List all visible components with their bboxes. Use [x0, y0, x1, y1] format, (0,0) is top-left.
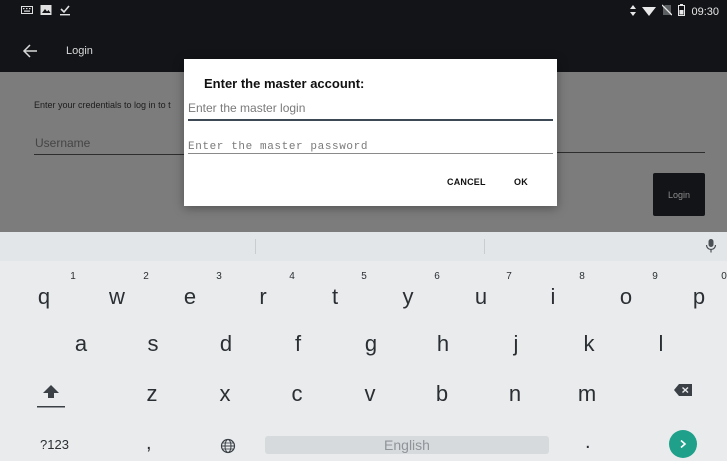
key-e[interactable]: e	[172, 284, 208, 310]
master-login-field[interactable]	[188, 99, 553, 121]
key-a[interactable]: a	[63, 331, 99, 357]
wifi-icon	[642, 5, 657, 19]
master-password-field[interactable]	[188, 136, 553, 155]
key-hint-5: 5	[361, 271, 367, 282]
key-f[interactable]: f	[280, 331, 316, 357]
master-login-input[interactable]	[188, 99, 553, 117]
comma-key[interactable]: ,	[146, 432, 152, 455]
key-hint-3: 3	[216, 271, 222, 282]
username-label: Username	[35, 136, 91, 150]
back-arrow-icon[interactable]	[22, 42, 38, 63]
suggestion-strip	[0, 232, 727, 261]
dialog-title: Enter the master account:	[204, 76, 365, 91]
key-hint-7: 7	[506, 271, 512, 282]
clock: 09:30	[691, 5, 719, 18]
suggestion-divider	[484, 239, 485, 254]
device-screen: 09:30 Login Enter your credentials to lo…	[0, 0, 727, 461]
mic-icon[interactable]	[705, 238, 717, 254]
notification-icons	[21, 3, 71, 16]
key-g[interactable]: g	[353, 331, 389, 357]
key-i[interactable]: i	[535, 284, 571, 310]
key-p[interactable]: p	[681, 284, 717, 310]
key-c[interactable]: c	[279, 381, 315, 407]
key-hint-9: 9	[652, 271, 658, 282]
ok-button[interactable]: OK	[514, 177, 528, 187]
key-hint-4: 4	[289, 271, 295, 282]
key-t[interactable]: t	[317, 284, 353, 310]
symbols-key[interactable]: ?123	[40, 437, 69, 452]
image-icon	[40, 3, 52, 15]
backspace-icon[interactable]	[673, 382, 693, 398]
system-status: 09:30	[630, 4, 719, 19]
cancel-button[interactable]: CANCEL	[447, 177, 486, 187]
key-hint-2: 2	[143, 271, 149, 282]
key-o[interactable]: o	[608, 284, 644, 310]
key-hint-6: 6	[434, 271, 440, 282]
no-sim-icon	[662, 4, 673, 19]
key-n[interactable]: n	[497, 381, 533, 407]
suggestion-divider	[255, 239, 256, 254]
battery-icon	[678, 4, 686, 19]
download-done-icon	[59, 3, 71, 16]
period-key[interactable]: .	[585, 431, 591, 454]
key-j[interactable]: j	[498, 331, 534, 357]
space-bar[interactable]: English	[265, 436, 549, 454]
app-title: Login	[66, 45, 93, 57]
key-z[interactable]: z	[134, 381, 170, 407]
enter-key[interactable]	[669, 430, 697, 458]
key-d[interactable]: d	[208, 331, 244, 357]
login-button[interactable]: Login	[653, 173, 705, 216]
chevron-right-icon	[680, 439, 687, 449]
key-s[interactable]: s	[135, 331, 171, 357]
key-m[interactable]: m	[569, 381, 605, 407]
master-account-dialog: Enter the master account: CANCEL OK	[184, 59, 557, 206]
shift-key[interactable]	[31, 380, 71, 410]
key-u[interactable]: u	[463, 284, 499, 310]
login-instructions: Enter your credentials to log in to t	[34, 100, 171, 110]
key-hint-8: 8	[579, 271, 585, 282]
key-w[interactable]: w	[99, 284, 135, 310]
data-arrows-icon	[630, 4, 637, 19]
key-r[interactable]: r	[245, 284, 281, 310]
key-b[interactable]: b	[424, 381, 460, 407]
keyboard-icon	[21, 3, 33, 15]
password-field[interactable]	[556, 152, 705, 153]
status-bar: 09:30	[0, 0, 727, 36]
master-password-input[interactable]	[188, 139, 553, 155]
key-y[interactable]: y	[390, 284, 426, 310]
globe-icon[interactable]	[220, 438, 236, 454]
soft-keyboard: q 1 w 2 e 3 r 4 t 5 y 6 u 7 i 8 o 9 p 0 …	[0, 232, 727, 461]
key-l[interactable]: l	[643, 331, 679, 357]
key-h[interactable]: h	[425, 331, 461, 357]
key-hint-0: 0	[721, 271, 727, 282]
username-field[interactable]: Username	[34, 134, 188, 155]
key-k[interactable]: k	[571, 331, 607, 357]
key-q[interactable]: q	[26, 284, 62, 310]
key-x[interactable]: x	[207, 381, 243, 407]
key-hint-1: 1	[70, 271, 76, 282]
key-v[interactable]: v	[352, 381, 388, 407]
